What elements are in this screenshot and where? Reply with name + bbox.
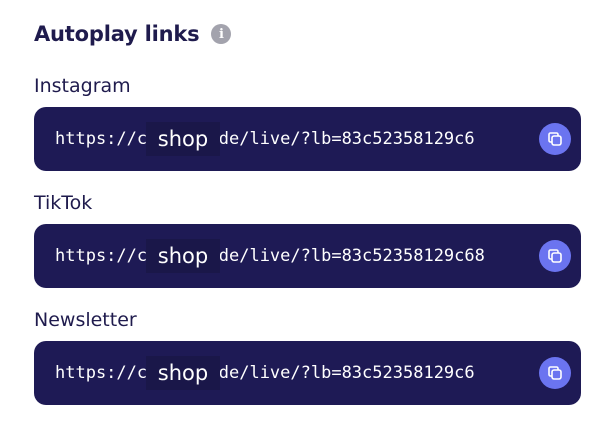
- link-label-tiktok: TikTok: [34, 192, 93, 214]
- copy-button-instagram[interactable]: [539, 123, 571, 155]
- info-icon[interactable]: i: [211, 24, 232, 44]
- copy-icon: [548, 132, 562, 146]
- link-label-instagram: Instagram: [34, 75, 131, 97]
- link-box-newsletter[interactable]: https://c shops.de/live/?lb=83c52358129c…: [34, 341, 581, 405]
- copy-icon: [548, 249, 562, 263]
- section-header: Autoplay links i: [34, 22, 232, 46]
- link-url-tiktok[interactable]: https://c shops.de/live/?lb=83c52358129c…: [55, 224, 515, 288]
- copy-icon: [548, 366, 562, 380]
- link-url-instagram[interactable]: https://c shops.de/live/?lb=83c52358129c…: [55, 107, 515, 171]
- redaction-overlay: shop: [146, 356, 220, 390]
- link-group-instagram: Instagram https://c shops.de/live/?lb=83…: [34, 75, 581, 171]
- link-url-newsletter[interactable]: https://c shops.de/live/?lb=83c52358129c…: [55, 341, 515, 405]
- link-label-newsletter: Newsletter: [34, 309, 137, 331]
- redaction-overlay: shop: [146, 239, 220, 273]
- link-group-newsletter: Newsletter https://c shops.de/live/?lb=8…: [34, 309, 581, 405]
- copy-button-tiktok[interactable]: [539, 240, 571, 272]
- link-group-tiktok: TikTok https://c shops.de/live/?lb=83c52…: [34, 192, 581, 288]
- section-title: Autoplay links: [34, 22, 200, 46]
- redaction-overlay: shop: [146, 122, 220, 156]
- link-box-tiktok[interactable]: https://c shops.de/live/?lb=83c52358129c…: [34, 224, 581, 288]
- copy-button-newsletter[interactable]: [539, 357, 571, 389]
- link-box-instagram[interactable]: https://c shops.de/live/?lb=83c52358129c…: [34, 107, 581, 171]
